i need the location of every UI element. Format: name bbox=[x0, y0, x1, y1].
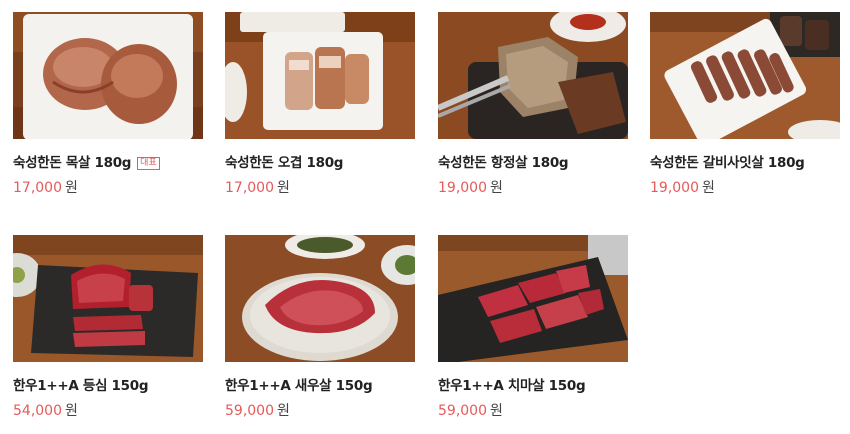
product-name[interactable]: 숙성한돈 오겹 180g bbox=[225, 155, 415, 171]
product-card[interactable]: 한우1++A 치마살 150g 59,000 원 bbox=[438, 235, 628, 419]
product-image[interactable] bbox=[13, 12, 203, 139]
product-card[interactable]: 숙성한돈 항정살 180g 19,000 원 bbox=[438, 12, 628, 196]
product-image[interactable] bbox=[13, 235, 203, 362]
price-unit: 원 bbox=[65, 180, 78, 196]
price-unit: 원 bbox=[277, 180, 290, 196]
product-card[interactable]: 숙성한돈 목살 180g 대표 17,000 원 bbox=[13, 12, 203, 196]
product-name[interactable]: 한우1++A 등심 150g bbox=[13, 378, 203, 394]
product-card[interactable]: 한우1++A 등심 150g 54,000 원 bbox=[13, 235, 203, 419]
price-row: 59,000 원 bbox=[438, 403, 628, 419]
product-price: 54,000 bbox=[13, 403, 62, 419]
price-unit: 원 bbox=[65, 403, 78, 419]
product-name[interactable]: 한우1++A 치마살 150g bbox=[438, 378, 628, 394]
product-price: 19,000 bbox=[650, 180, 699, 196]
product-price: 19,000 bbox=[438, 180, 487, 196]
price-unit: 원 bbox=[490, 403, 503, 419]
product-name[interactable]: 숙성한돈 목살 180g 대표 bbox=[13, 155, 203, 171]
product-image[interactable] bbox=[438, 12, 628, 139]
product-image[interactable] bbox=[225, 235, 415, 362]
product-image[interactable] bbox=[650, 12, 840, 139]
product-card[interactable]: 숙성한돈 오겹 180g 17,000 원 bbox=[225, 12, 415, 196]
price-row: 54,000 원 bbox=[13, 403, 203, 419]
product-name[interactable]: 숙성한돈 항정살 180g bbox=[438, 155, 628, 171]
product-price: 59,000 bbox=[225, 403, 274, 419]
price-unit: 원 bbox=[702, 180, 715, 196]
signature-badge: 대표 bbox=[137, 157, 160, 170]
price-row: 19,000 원 bbox=[650, 180, 840, 196]
product-name[interactable]: 숙성한돈 갈비사잇살 180g bbox=[650, 155, 840, 171]
price-row: 17,000 원 bbox=[225, 180, 415, 196]
product-image[interactable] bbox=[225, 12, 415, 139]
product-card[interactable]: 한우1++A 새우살 150g 59,000 원 bbox=[225, 235, 415, 419]
price-row: 17,000 원 bbox=[13, 180, 203, 196]
product-price: 17,000 bbox=[225, 180, 274, 196]
price-row: 19,000 원 bbox=[438, 180, 628, 196]
product-card[interactable]: 숙성한돈 갈비사잇살 180g 19,000 원 bbox=[650, 12, 840, 196]
product-name[interactable]: 한우1++A 새우살 150g bbox=[225, 378, 415, 394]
product-price: 59,000 bbox=[438, 403, 487, 419]
product-grid: 숙성한돈 목살 180g 대표 17,000 원 숙성한돈 오겹 180g 17,0… bbox=[0, 0, 850, 434]
price-unit: 원 bbox=[490, 180, 503, 196]
product-price: 17,000 bbox=[13, 180, 62, 196]
price-row: 59,000 원 bbox=[225, 403, 415, 419]
product-image[interactable] bbox=[438, 235, 628, 362]
price-unit: 원 bbox=[277, 403, 290, 419]
